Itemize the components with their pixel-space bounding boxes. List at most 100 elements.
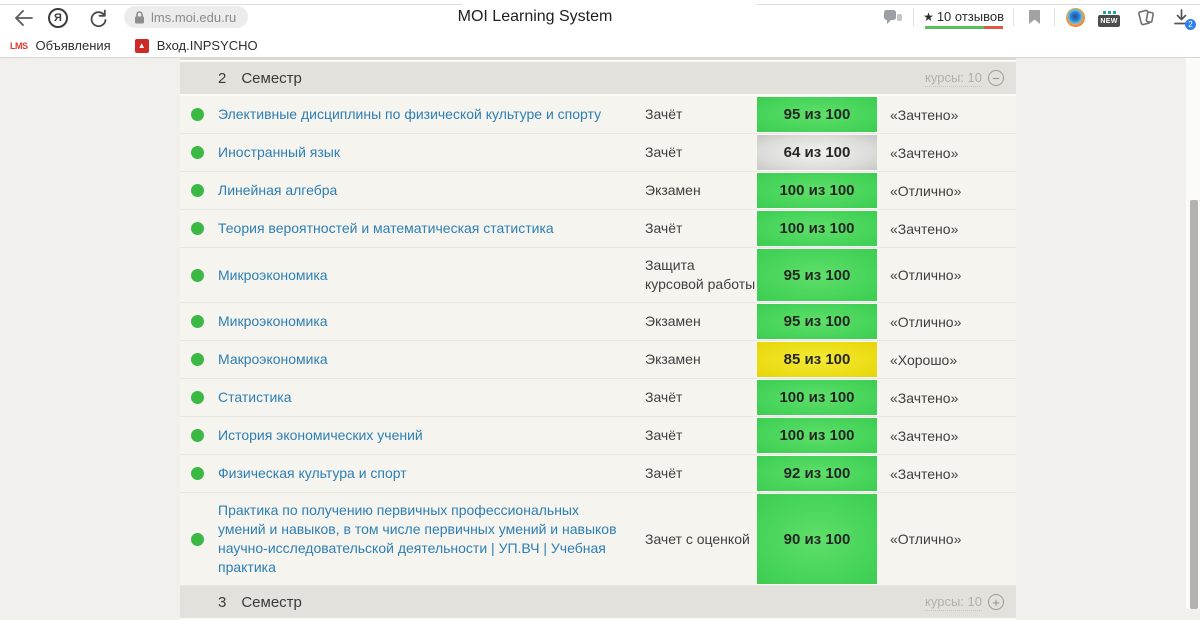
toolbar-separator	[1054, 8, 1055, 26]
status-dot-icon	[191, 467, 204, 480]
bookmark-icon	[1028, 9, 1041, 25]
course-link[interactable]: Теория вероятностей и математическая ста…	[218, 220, 554, 236]
status-cell	[191, 533, 218, 546]
grade-value: «Отлично»	[877, 306, 1016, 338]
scrollbar-track	[1186, 58, 1200, 609]
downloads-count-badge: 2	[1185, 19, 1196, 30]
score-cell: 90 из 100	[757, 493, 877, 585]
scrollbar-thumb[interactable]	[1190, 200, 1198, 609]
bookmarks-bar: LMS Объявления ▲ Вход.INPSYCHO	[0, 34, 1200, 57]
new-extension-dots	[1103, 11, 1116, 14]
section-toggle-button[interactable]: −	[988, 70, 1004, 86]
status-cell	[191, 353, 218, 366]
course-cell: Линейная алгебра	[218, 173, 645, 208]
course-link[interactable]: Статистика	[218, 389, 292, 405]
status-dot-icon	[191, 269, 204, 282]
section-courses-link[interactable]: курсы: 10	[925, 594, 982, 611]
course-link[interactable]: Макроэкономика	[218, 351, 328, 367]
section-controls: курсы: 10 −	[925, 70, 1004, 87]
control-type: Зачёт	[645, 135, 757, 170]
control-type: Экзамен	[645, 173, 757, 208]
control-type: Зачёт	[645, 211, 757, 246]
score-badge: 100 из 100	[757, 211, 877, 246]
grade-row: Теория вероятностей и математическая ста…	[180, 210, 1016, 248]
score-cell: 95 из 100	[757, 96, 877, 133]
bookmark-flag-button[interactable]	[1023, 6, 1045, 28]
course-link[interactable]: Практика по получению первичных професси…	[218, 502, 617, 575]
yandex-logo-icon: Я	[48, 8, 68, 28]
course-link[interactable]: Физическая культура и спорт	[218, 465, 407, 481]
grades-table: 2 Семестр курсы: 10 − Элективные дисципл…	[180, 58, 1016, 620]
course-link[interactable]: Микроэкономика	[218, 313, 328, 329]
control-type: Защита курсовой работы	[645, 248, 757, 302]
refresh-button[interactable]	[87, 7, 109, 29]
score-badge: 100 из 100	[757, 173, 877, 208]
course-link[interactable]: Иностранный язык	[218, 144, 340, 160]
back-button[interactable]	[12, 7, 34, 29]
lms-page: 2 Семестр курсы: 10 − Элективные дисципл…	[0, 58, 1200, 609]
control-type: Зачёт	[645, 97, 757, 132]
course-cell: Иностранный язык	[218, 135, 645, 170]
grade-row: Микроэкономика Защита курсовой работы 95…	[180, 248, 1016, 303]
collections-button[interactable]	[1134, 6, 1156, 28]
status-dot-icon	[191, 222, 204, 235]
course-link[interactable]: История экономических учений	[218, 427, 423, 443]
course-cell: История экономических учений	[218, 418, 645, 453]
grade-row: Элективные дисциплины по физической куль…	[180, 96, 1016, 134]
semester-section-header: 2 Семестр курсы: 10 −	[180, 62, 1016, 96]
grade-value: «Зачтено»	[877, 382, 1016, 414]
status-dot-icon	[191, 108, 204, 121]
site-rating[interactable]: ★10 отзывов	[923, 6, 1004, 29]
course-cell: Микроэкономика	[218, 258, 645, 293]
course-link[interactable]: Линейная алгебра	[218, 182, 337, 198]
course-link[interactable]: Элективные дисциплины по физической куль…	[218, 106, 601, 122]
new-extension-button[interactable]: NEW	[1098, 6, 1120, 28]
score-cell: 95 из 100	[757, 303, 877, 340]
status-cell	[191, 467, 218, 480]
course-cell: Физическая культура и спорт	[218, 456, 645, 491]
grade-value: «Отлично»	[877, 259, 1016, 291]
yandex-home-button[interactable]: Я	[47, 7, 69, 29]
grade-value: «Зачтено»	[877, 99, 1016, 131]
status-cell	[191, 108, 218, 121]
bookmark-item-announcements[interactable]: LMS Объявления	[10, 38, 111, 53]
new-extension-icon: NEW	[1098, 7, 1120, 27]
status-dot-icon	[191, 429, 204, 442]
downloads-button[interactable]: 2	[1170, 6, 1192, 28]
section-title: Семестр	[241, 70, 302, 87]
section-toggle-icon: −	[992, 72, 1000, 85]
address-bar[interactable]: lms.moi.edu.ru	[124, 6, 248, 28]
grade-row: Линейная алгебра Экзамен 100 из 100 «Отл…	[180, 172, 1016, 210]
back-arrow-icon	[14, 10, 33, 26]
score-cell: 100 из 100	[757, 210, 877, 247]
control-type: Зачёт	[645, 456, 757, 491]
browser-toolbar: Я lms.moi.edu.ru MOI Learning System	[0, 0, 1200, 34]
score-badge: 100 из 100	[757, 380, 877, 415]
section-number: 3	[218, 594, 226, 611]
score-badge: 85 из 100	[757, 342, 877, 377]
grades-table-body: 2 Семестр курсы: 10 − Элективные дисципл…	[180, 62, 1016, 620]
status-dot-icon	[191, 391, 204, 404]
extension-profile-button[interactable]	[1064, 6, 1086, 28]
status-cell	[191, 184, 218, 197]
control-type: Экзамен	[645, 342, 757, 377]
status-dot-icon	[191, 146, 204, 159]
section-toggle-button[interactable]: +	[988, 594, 1004, 610]
bookmark-label: Объявления	[36, 38, 111, 53]
status-cell	[191, 146, 218, 159]
dialogs-icon[interactable]	[882, 6, 904, 28]
section-courses-link[interactable]: курсы: 10	[925, 70, 982, 87]
course-link[interactable]: Микроэкономика	[218, 267, 328, 283]
semester-section-header: 3 Семестр курсы: 10 +	[180, 586, 1016, 620]
score-badge: 64 из 100	[757, 135, 877, 170]
score-cell: 100 из 100	[757, 172, 877, 209]
lock-icon	[134, 11, 145, 24]
course-cell: Микроэкономика	[218, 304, 645, 339]
grade-value: «Зачтено»	[877, 213, 1016, 245]
course-cell: Макроэкономика	[218, 342, 645, 377]
bookmark-item-inpsycho[interactable]: ▲ Вход.INPSYCHO	[135, 38, 258, 53]
address-url: lms.moi.edu.ru	[151, 10, 236, 25]
rating-bar	[925, 26, 1003, 29]
grade-row: История экономических учений Зачёт 100 и…	[180, 417, 1016, 455]
star-icon: ★	[923, 10, 934, 24]
